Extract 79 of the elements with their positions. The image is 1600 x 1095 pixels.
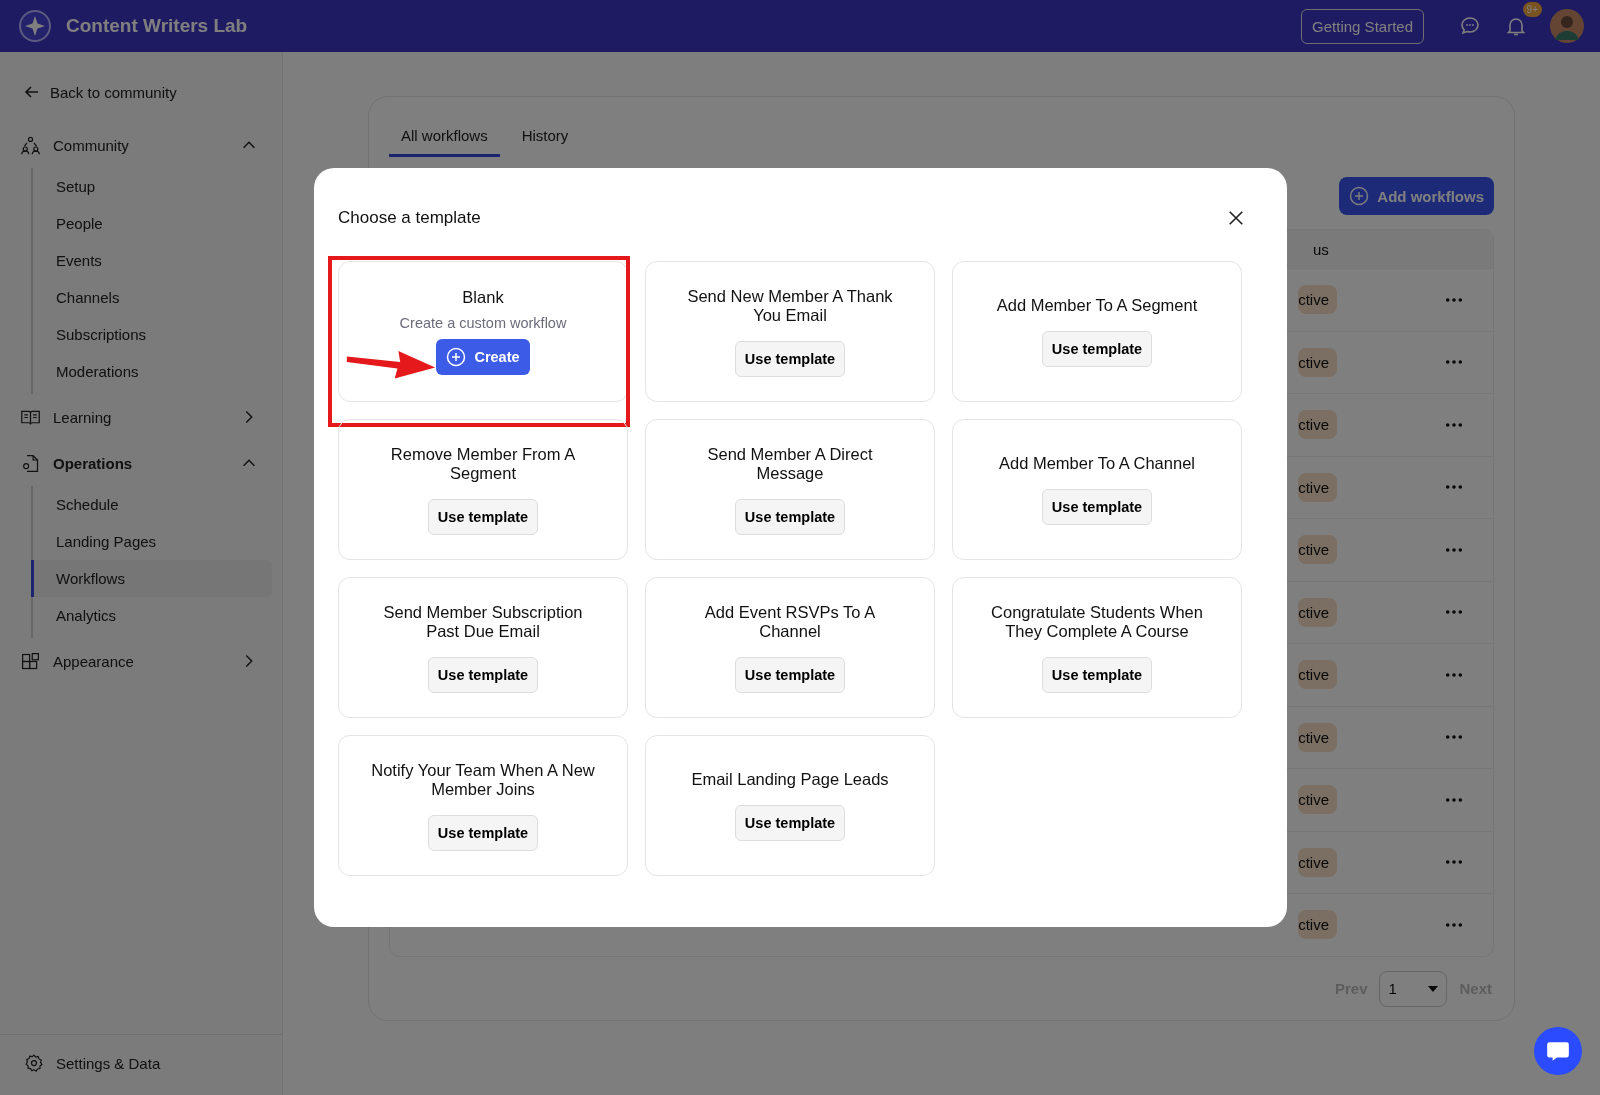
sidebar-item[interactable]: Channels [31,279,272,316]
sidebar-item[interactable]: People [31,205,272,242]
card-title: Add Event RSVPs To A Channel [703,602,877,641]
card-title: Send Member A Direct Message [706,444,874,483]
status-badge: ctive [1298,410,1337,440]
tab[interactable]: All workflows [389,121,500,157]
logo-icon [18,9,52,43]
dialog-title: Choose a template [338,208,481,228]
use-template-button[interactable]: Use template [1041,331,1153,367]
more-icon[interactable] [1445,359,1463,366]
status-badge: ctive [1298,910,1337,940]
use-template-button[interactable]: Use template [427,814,539,851]
settings-link[interactable]: Settings & Data [0,1034,282,1095]
sidebar-section[interactable]: Community [20,122,262,168]
use-template-button[interactable]: Use template [734,340,846,377]
more-icon[interactable] [1445,859,1463,866]
plus-circle-icon [446,347,467,367]
use-template-button[interactable]: Use template [427,656,539,693]
add-workflows-button[interactable]: Add workflows [1339,177,1494,215]
sidebar-item[interactable]: Workflows [31,560,272,597]
card-description: Create a custom workflow [399,315,567,331]
more-icon[interactable] [1445,921,1463,928]
card-title: Blank [462,288,504,307]
sidebar-item[interactable]: Events [31,242,272,279]
status-badge: ctive [1298,785,1337,815]
status-badge: ctive [1298,535,1337,565]
sidebar-item[interactable]: Landing Pages [31,523,272,560]
sidebar-section[interactable]: Learning [20,394,262,440]
chat-button[interactable] [1534,1027,1582,1075]
card-title: Notify Your Team When A New Member Joins [370,760,596,799]
use-template-button[interactable]: Use template [1041,489,1153,525]
card-title: Email Landing Page Leads [691,770,889,789]
settings-icon [24,1053,44,1073]
sidebar-section[interactable]: Appearance [20,638,262,684]
more-icon[interactable] [1445,296,1463,303]
more-icon[interactable] [1445,546,1463,553]
getting-started-button[interactable]: Getting Started [1301,8,1424,44]
create-button[interactable]: Create [436,339,530,375]
sidebar-item[interactable]: Schedule [31,486,272,523]
use-template-button[interactable]: Use template [427,498,539,535]
card-title: Remove Member From A Segment [389,444,577,483]
card-title: Congratulate Students When They Complete A Course [990,602,1204,641]
sidebar-item[interactable]: Analytics [31,597,272,634]
more-icon[interactable] [1445,671,1463,678]
more-icon[interactable] [1445,609,1463,616]
sidebar-section[interactable]: Operations [20,440,262,486]
more-icon[interactable] [1445,734,1463,741]
people-icon [20,134,41,156]
sidebar-item[interactable]: Subscriptions [31,316,272,353]
plus-circle-icon [1349,186,1370,206]
card-title: Send New Member A Thank You Email [686,286,894,325]
page-select[interactable]: 1 [1379,970,1448,1007]
more-icon[interactable] [1445,421,1463,428]
use-template-button[interactable]: Use template [734,656,846,693]
status-badge: ctive [1298,722,1337,752]
status-badge: ctive [1298,847,1337,877]
column-header: us [1313,240,1330,258]
app-name: Content Writers Lab [66,15,248,37]
blocks-icon [20,650,41,672]
sidebar-item[interactable]: Setup [31,168,272,205]
more-icon[interactable] [1445,484,1463,491]
use-template-button[interactable]: Use template [734,805,846,841]
card-title: Add Member To A Segment [996,296,1198,315]
notification-badge: 9+ [1522,2,1542,17]
more-icon[interactable] [1445,796,1463,803]
status-badge: ctive [1298,472,1337,502]
card-title: Send Member Subscription Past Due Email [382,602,584,641]
status-badge: ctive [1298,347,1337,377]
card-title: Add Member To A Channel [999,454,1195,473]
close-icon[interactable] [1227,209,1245,227]
tab[interactable]: History [509,121,581,157]
back-link[interactable]: Back to community [0,82,282,102]
status-badge: ctive [1298,597,1337,627]
use-template-button[interactable]: Use template [1041,656,1153,693]
caret-icon [1428,985,1439,992]
status-badge: ctive [1298,660,1337,690]
status-badge: ctive [1298,285,1337,315]
use-template-button[interactable]: Use template [734,498,846,535]
sidebar-item[interactable]: Moderations [31,353,272,390]
